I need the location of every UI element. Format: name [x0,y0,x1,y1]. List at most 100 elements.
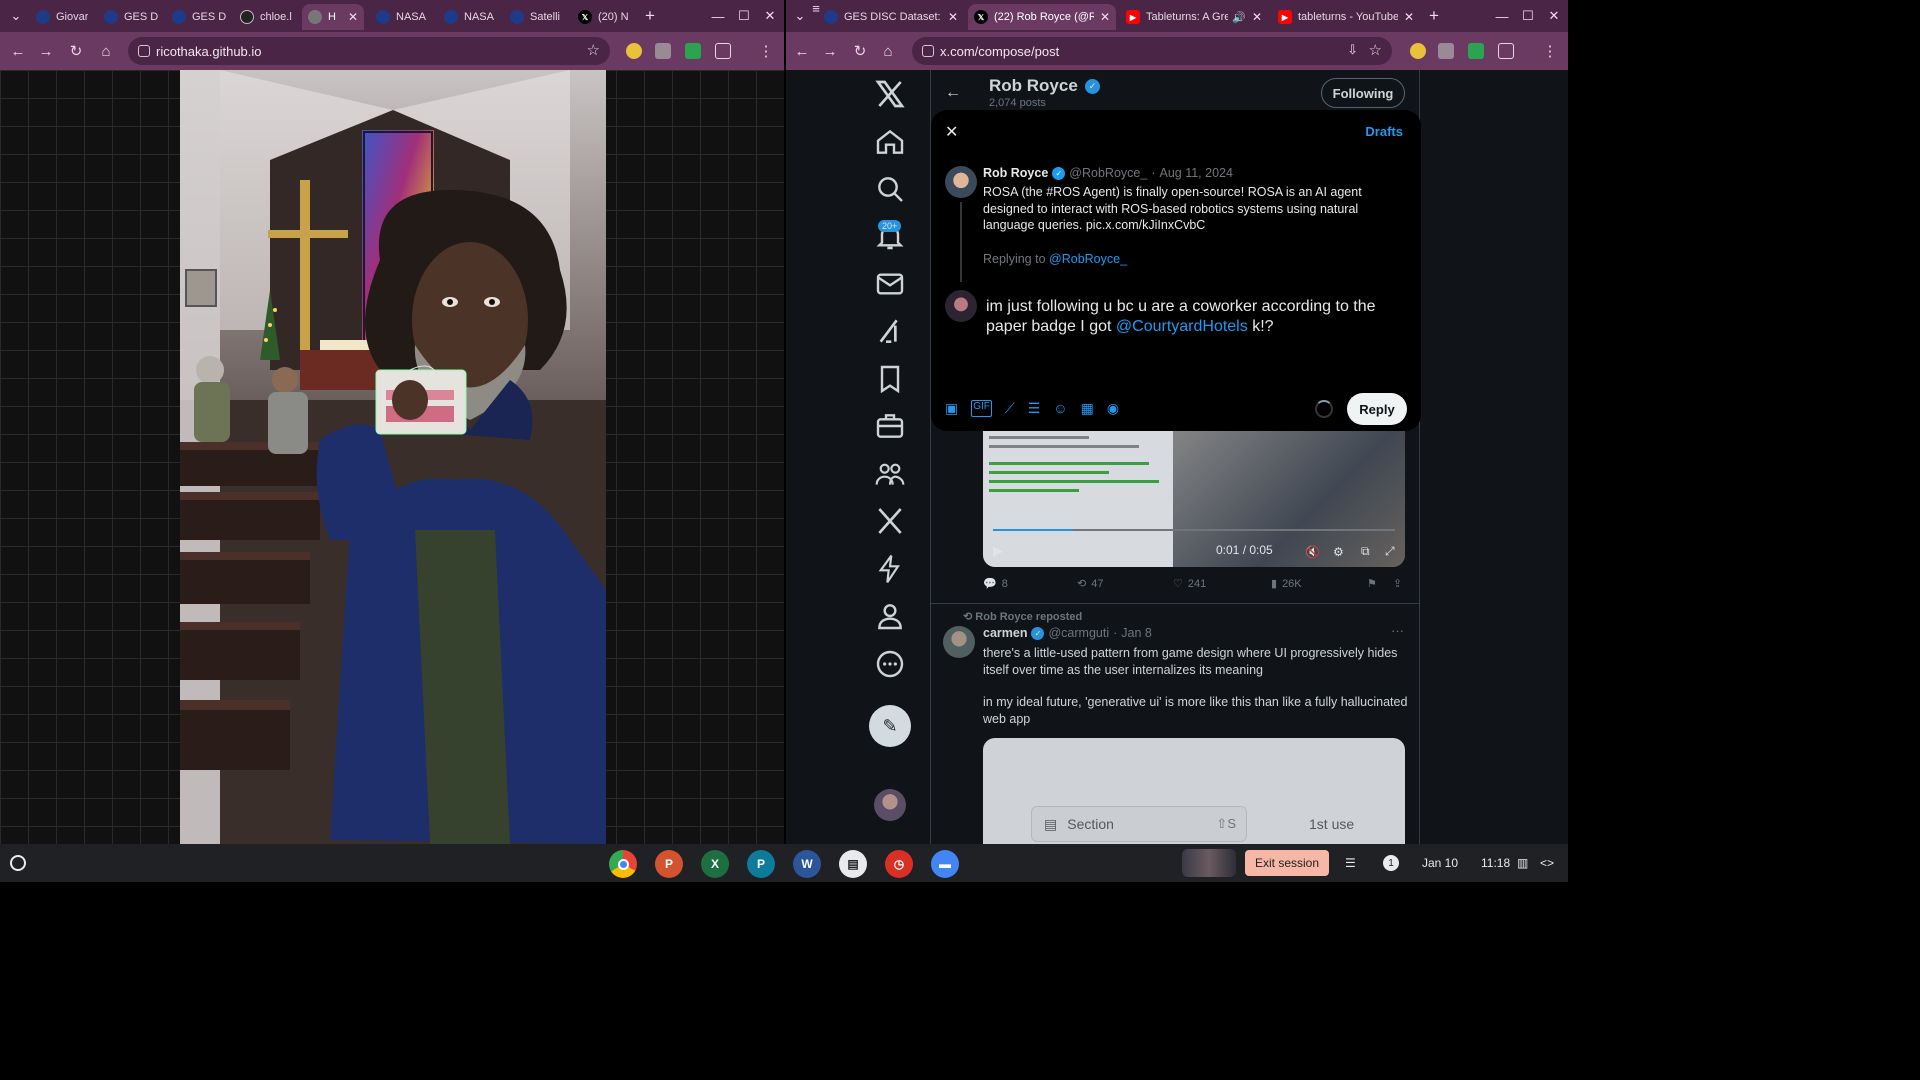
x-icon: 𝕏 [578,10,592,24]
address-bar[interactable]: x.com/compose/post ⇩ ☆ [912,37,1392,65]
forward-icon[interactable]: → [36,41,56,61]
forward-icon[interactable]: → [820,41,840,61]
home-icon[interactable]: ⌂ [96,41,116,61]
notification-count[interactable]: 1 [1383,855,1399,871]
extension-icon[interactable] [1410,43,1426,59]
left-tab-3[interactable]: GES DI [166,4,232,30]
files-app-icon[interactable]: ▬ [931,850,959,878]
close-tab-icon[interactable]: ✕ [942,10,958,24]
word-app-icon[interactable]: W [793,850,821,878]
clock-display[interactable]: 11:18 [1481,851,1510,875]
tray-menu-icon[interactable]: ☰ [1345,851,1356,875]
media-image-icon[interactable]: ▣ [945,400,958,417]
date-display[interactable]: Jan 10 [1422,851,1458,875]
youtube-icon: ▶ [1126,10,1140,24]
nasa-icon [376,10,390,24]
browser-menu-icon[interactable]: ⋮ [756,41,776,61]
github-icon [240,10,254,24]
launcher-icon[interactable] [10,855,26,871]
rob-royce-avatar[interactable] [945,166,977,198]
grok-icon[interactable]: ⟋ [1005,400,1015,417]
left-tab-7[interactable]: NASA [438,4,502,30]
right-tab-3[interactable]: ▶ Tableturns: A Gre 🔊 ✕ [1120,4,1268,30]
right-tab-1[interactable]: GES DISC Dataset: FL✕ [818,4,964,30]
screen-capture-thumbnail[interactable] [1182,849,1236,877]
close-modal-icon[interactable]: ✕ [945,122,958,142]
new-tab-button[interactable]: + [640,6,660,26]
back-icon[interactable]: ← [792,41,812,61]
close-window-icon[interactable]: ✕ [1544,6,1564,26]
thread-line [960,202,962,282]
minimize-icon[interactable]: — [1492,6,1512,26]
nasa-icon [824,10,838,24]
network-icon[interactable]: <> [1540,851,1554,875]
reload-icon[interactable]: ↻ [66,41,86,61]
reply-button[interactable]: Reply [1347,393,1407,425]
drafts-link[interactable]: Drafts [1365,124,1403,139]
tab-search-icon[interactable]: ⌄ [6,6,26,26]
bookmark-star-icon[interactable]: ☆ [1369,41,1382,59]
extension-icon[interactable] [1468,43,1484,59]
youtube-icon: ▶ [1278,10,1292,24]
close-tab-icon[interactable]: ✕ [342,10,358,24]
site-info-icon[interactable] [138,45,150,57]
left-toolbar: ← → ↻ ⌂ ricothaka.github.io ☆ ⋮ [0,32,784,70]
maximize-icon[interactable]: ☐ [1518,6,1538,26]
location-icon[interactable]: ◉ [1107,400,1119,417]
nasa-icon [36,10,50,24]
back-icon[interactable]: ← [8,41,28,61]
keyboard-layout-icon[interactable]: ▥ [1517,851,1528,875]
docs-app-icon[interactable]: ▤ [839,850,867,878]
home-icon[interactable]: ⌂ [878,41,898,61]
user-avatar[interactable] [945,290,977,322]
schedule-icon[interactable]: ▦ [1081,400,1094,417]
close-tab-icon[interactable]: ✕ [1246,10,1262,24]
extension-icon[interactable] [655,43,671,59]
extension-icon[interactable] [626,43,642,59]
publisher-app-icon[interactable]: P [747,850,775,878]
right-tab-active[interactable]: 𝕏 (22) Rob Royce (@Ro ✕ [968,4,1116,30]
minimize-icon[interactable]: — [708,6,728,26]
exit-session-button[interactable]: Exit session [1245,850,1329,876]
os-taskbar: P X P W ▤ ◷ ▬ Exit session ☰ 1 Jan 10 11… [0,844,1568,882]
install-app-icon[interactable]: ⇩ [1347,42,1358,58]
close-tab-icon[interactable]: ✕ [1398,10,1414,24]
left-tab-2[interactable]: GES DI [98,4,164,30]
extensions-puzzle-icon[interactable] [1498,43,1514,59]
new-tab-button[interactable]: + [1424,6,1444,26]
poll-icon[interactable]: ☰ [1028,400,1041,417]
site-info-icon[interactable] [922,45,934,57]
audio-playing-icon[interactable]: 🔊 [1232,11,1246,24]
left-tab-8[interactable]: Satelli [504,4,568,30]
gif-icon[interactable]: GIF [971,400,992,417]
chrome-app-icon[interactable] [609,850,637,878]
excel-app-icon[interactable]: X [701,850,729,878]
nasa-icon [444,10,458,24]
browser-menu-icon[interactable]: ⋮ [1540,41,1560,61]
extension-icon[interactable] [1438,43,1454,59]
right-browser-window: ⌄ ≡ GES DISC Dataset: FL✕ 𝕏(22) Rob Royc… [786,0,1568,844]
maximize-icon[interactable]: ☐ [734,6,754,26]
address-bar[interactable]: ricothaka.github.io ☆ [128,37,610,65]
reply-compose-modal: ✕ Drafts Rob Royce ✓ @RobRoyce_ · Aug 11… [931,110,1421,431]
right-tab-4[interactable]: ▶ tableturns - YouTube ✕ [1272,4,1420,30]
emoji-icon[interactable]: ☺ [1053,400,1067,417]
left-tab-active[interactable]: H ✕ [302,4,364,30]
left-tab-strip: ⌄ Giovar GES DI GES DI chloe.l H ✕ NASA N… [0,0,784,32]
extension-icon[interactable] [685,43,701,59]
church-photo [180,70,606,844]
left-tab-6[interactable]: NASA [370,4,434,30]
reply-textarea[interactable]: im just following u bc u are a coworker … [986,297,1406,337]
timer-app-icon[interactable]: ◷ [885,850,913,878]
bookmark-star-icon[interactable]: ☆ [587,41,600,59]
close-tab-icon[interactable]: ✕ [1094,10,1110,24]
close-window-icon[interactable]: ✕ [760,6,780,26]
extensions-puzzle-icon[interactable] [715,43,731,59]
reload-icon[interactable]: ↻ [850,41,870,61]
powerpoint-app-icon[interactable]: P [655,850,683,878]
left-tab-1[interactable]: Giovar [30,4,96,30]
right-tab-strip: ⌄ ≡ GES DISC Dataset: FL✕ 𝕏(22) Rob Royc… [786,0,1568,32]
verified-badge-icon: ✓ [1052,166,1066,180]
left-tab-4[interactable]: chloe.l [234,4,300,30]
left-tab-9[interactable]: 𝕏 (20) N [572,4,634,30]
